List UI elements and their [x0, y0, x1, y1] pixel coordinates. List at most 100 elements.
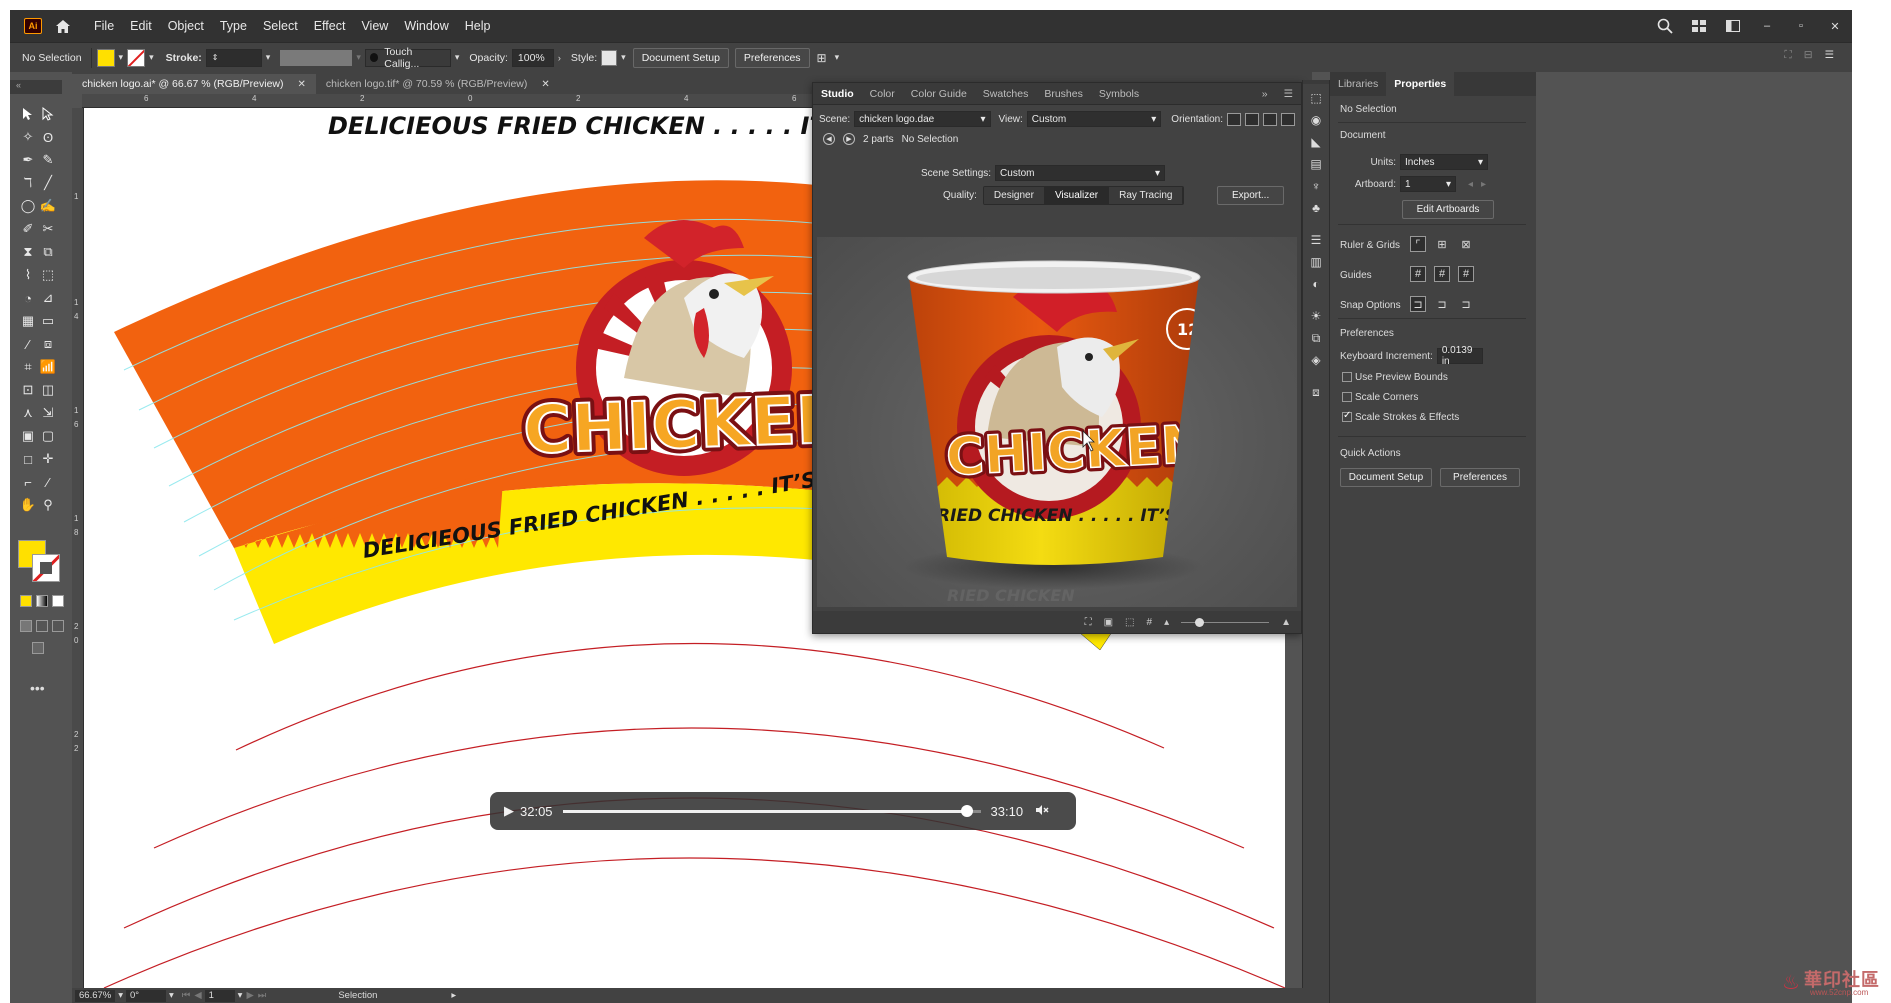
tab-color-guide[interactable]: Color Guide — [903, 88, 975, 100]
puppet-warp-tool-icon[interactable]: ⋏ — [18, 403, 38, 423]
style-swatch[interactable] — [601, 49, 618, 66]
snap-to-point-icon[interactable]: ⊐ — [1410, 296, 1426, 312]
brush-definition-dropdown[interactable]: Touch Callig... — [364, 46, 451, 70]
layers-icon[interactable]: ◈ — [1306, 352, 1326, 368]
magic-wand-tool-icon[interactable]: ✧ — [18, 127, 38, 147]
zoom-out-icon[interactable]: ▴ — [1164, 617, 1169, 628]
home-icon[interactable] — [54, 18, 72, 34]
transparency-grid-icon[interactable]: ⊠ — [1458, 236, 1474, 252]
artboard-dropdown[interactable]: 1 ▾ — [1400, 176, 1456, 192]
crop-tool-icon[interactable]: ⌐ — [18, 472, 38, 492]
top-banner-text[interactable]: DELICIEOUS FRIED CHICKEN . . . . . IT’ — [328, 112, 835, 140]
checkbox-checked-icon[interactable] — [1342, 410, 1352, 423]
3d-panel-icon[interactable]: ⬚ — [1306, 90, 1326, 106]
panel-menu-icon[interactable]: ☰ — [1825, 49, 1834, 62]
perspective-grid-tool-icon[interactable]: ⊿ — [38, 288, 58, 308]
align-icon[interactable]: ⊟ — [1804, 49, 1813, 62]
mesh-tool-icon[interactable]: ▦ — [18, 311, 38, 331]
tab-libraries[interactable]: Libraries — [1330, 78, 1386, 90]
collapse-tools-icon[interactable]: « — [10, 80, 62, 94]
camera-icon[interactable]: ⬚ — [1125, 617, 1134, 628]
tab-brushes[interactable]: Brushes — [1036, 88, 1091, 100]
frame-selection-icon[interactable]: ▣ — [1104, 617, 1113, 628]
reflect-tool-icon[interactable]: ⧗ — [18, 242, 38, 262]
previous-artboard-icon[interactable]: ◂ — [1468, 179, 1473, 190]
scene-settings-dropdown[interactable]: Custom ▾ — [995, 165, 1166, 181]
knife-tool-icon[interactable]: ∕ — [38, 472, 58, 492]
search-icon[interactable] — [1657, 18, 1673, 34]
screen-mode-icon[interactable] — [32, 642, 44, 654]
asset-export-icon[interactable]: ⧉ — [1306, 330, 1326, 346]
chevron-down-icon[interactable]: ▾ — [169, 990, 174, 1001]
video-scrubber-knob[interactable] — [961, 804, 974, 817]
preferences-button[interactable]: Preferences — [734, 47, 810, 68]
document-setup-button[interactable]: Document Setup — [632, 47, 729, 68]
checkbox-icon[interactable] — [1342, 372, 1352, 383]
selection-tool-icon[interactable] — [18, 104, 38, 124]
edit-artboards-button[interactable]: Edit Artboards — [1402, 200, 1494, 219]
quality-visualizer-button[interactable]: Visualizer — [1044, 187, 1110, 204]
appearance-icon[interactable]: ◉ — [1306, 112, 1326, 128]
menu-view[interactable]: View — [353, 19, 396, 33]
hand-tool-icon[interactable]: ✋ — [18, 495, 38, 515]
units-dropdown[interactable]: Inches ▾ — [1400, 154, 1488, 170]
orientation-side-icon[interactable] — [1263, 112, 1277, 126]
gradient-tool-icon[interactable]: ▭ — [38, 311, 58, 331]
quick-preferences-button[interactable]: Preferences — [1440, 468, 1520, 487]
chevron-down-icon[interactable]: ▾ — [356, 52, 361, 63]
3d-viewport[interactable]: 12 CHICKEN CHICKEN RIED CHICKEN . . . . … — [817, 237, 1297, 607]
tab-chicken-logo-ai[interactable]: chicken logo.ai* @ 66.67 % (RGB/Preview)… — [72, 74, 316, 94]
warp-tool-icon[interactable]: ⌇ — [18, 265, 38, 285]
show-rulers-icon[interactable]: ⌜ — [1410, 236, 1426, 252]
draw-inside-mode-icon[interactable] — [52, 620, 64, 632]
collapse-icons[interactable] — [1303, 80, 1329, 84]
selection-tool-alt-icon[interactable]: ⇲ — [38, 403, 58, 423]
opacity-field[interactable]: 100% — [511, 48, 554, 67]
next-artboard-icon[interactable]: ▶ — [246, 990, 253, 1001]
menu-select[interactable]: Select — [255, 19, 306, 33]
maximize-icon[interactable]: ▫ — [1793, 18, 1809, 34]
keyboard-increment-field[interactable]: 0.0139 in — [1436, 345, 1483, 367]
type-tool-icon[interactable]: ℸ — [18, 173, 38, 193]
quality-designer-button[interactable]: Designer — [983, 187, 1045, 204]
chevron-down-icon[interactable]: ▾ — [149, 52, 154, 63]
color-mode-icon[interactable] — [20, 595, 32, 607]
scissors-tool-icon[interactable]: ✂ — [38, 219, 58, 239]
play-icon[interactable]: ▶ — [504, 803, 520, 819]
scale-corners-checkbox[interactable]: Scale Corners — [1342, 392, 1418, 403]
lasso-tool-icon[interactable]: ʘ — [38, 127, 58, 147]
none-mode-icon[interactable] — [52, 595, 64, 607]
menu-file[interactable]: File — [86, 19, 122, 33]
curvature-tool-icon[interactable]: ✎ — [38, 150, 58, 170]
show-grid-icon[interactable]: ⊞ — [1434, 236, 1450, 252]
eyedropper-tool-icon[interactable]: ⁄ — [18, 334, 38, 354]
zoom-field[interactable]: 66.67% — [75, 989, 116, 1002]
chevron-down-icon[interactable]: ▾ — [118, 990, 123, 1001]
minimize-icon[interactable]: – — [1759, 18, 1775, 34]
draw-inside-icon[interactable]: ▢ — [38, 426, 58, 446]
draw-behind-icon[interactable] — [36, 620, 48, 632]
previous-artboard-icon[interactable]: ◀ — [194, 990, 201, 1001]
last-artboard-icon[interactable]: ⏭ — [258, 990, 267, 1001]
variable-width-profile[interactable] — [280, 49, 353, 66]
zoom-slider[interactable] — [1181, 617, 1270, 627]
fill-swatch[interactable] — [96, 48, 115, 67]
menu-window[interactable]: Window — [396, 19, 456, 33]
mute-icon[interactable] — [1035, 804, 1049, 819]
orientation-front-icon[interactable] — [1227, 112, 1241, 126]
panel-menu-icon[interactable]: ☰ — [1276, 88, 1301, 100]
fit-view-icon[interactable]: ⛶ — [1085, 617, 1092, 628]
tab-chicken-logo-tif[interactable]: chicken logo.tif* @ 70.59 % (RGB/Preview… — [316, 74, 560, 94]
direct-selection-tool-icon[interactable] — [38, 104, 58, 124]
rotation-field[interactable]: 0° — [126, 989, 167, 1002]
artboard-tool-icon[interactable]: ⊡ — [18, 380, 38, 400]
smart-guides-icon[interactable]: # — [1458, 266, 1474, 282]
scene-dropdown[interactable]: chicken logo.dae ▾ — [854, 111, 991, 127]
orientation-back-icon[interactable] — [1245, 112, 1259, 126]
ellipse-tool-icon[interactable]: ◯ — [18, 196, 38, 216]
scale-tool-icon[interactable]: ⧉ — [38, 242, 58, 262]
puppet-icon[interactable]: ♆ — [1306, 178, 1326, 194]
workspace-switcher-icon[interactable] — [1691, 18, 1707, 34]
expand-panel-icon[interactable]: » — [1254, 88, 1276, 100]
chevron-down-icon[interactable]: ▾ — [119, 52, 124, 63]
